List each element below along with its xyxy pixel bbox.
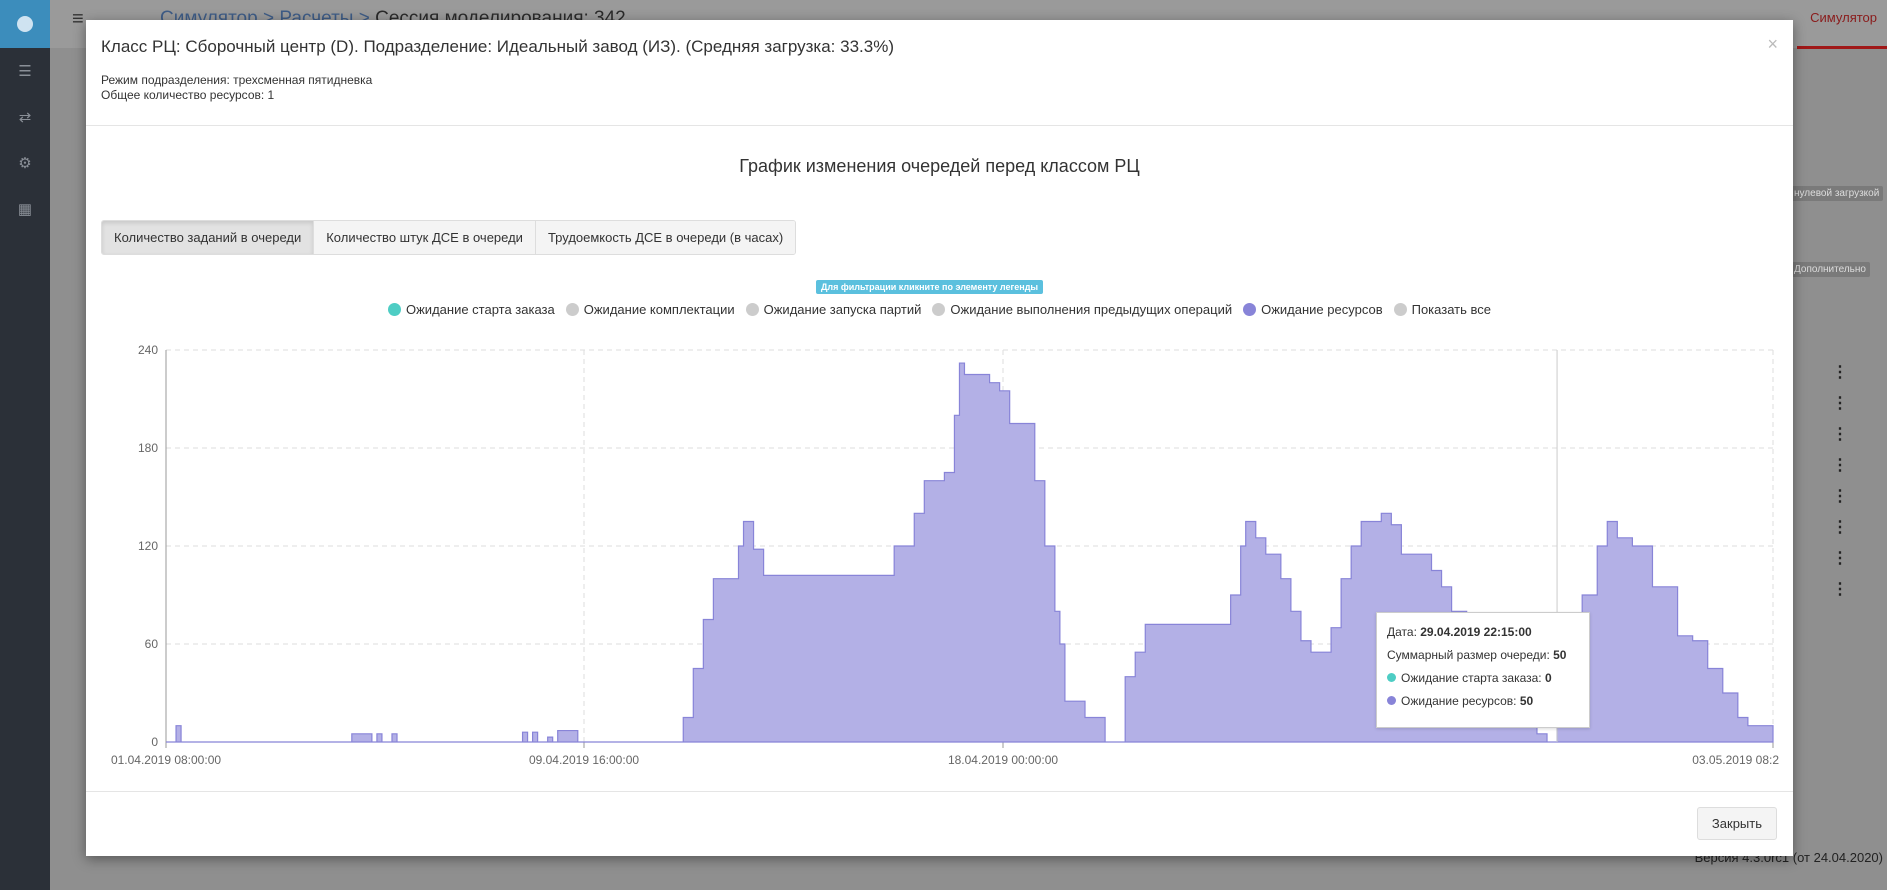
series-dot-icon <box>1387 696 1396 705</box>
legend-label: Ожидание запуска партий <box>763 302 922 317</box>
tooltip-date-value: 29.04.2019 22:15:00 <box>1420 625 1532 639</box>
calculator-icon[interactable]: ▦ <box>0 186 50 232</box>
row-menu-icon[interactable]: ⋮ <box>1832 393 1848 413</box>
y-tick-label: 0 <box>151 735 158 749</box>
modal-title: Класс РЦ: Сборочный центр (D). Подраздел… <box>101 37 894 56</box>
list-icon[interactable]: ☰ <box>0 48 50 94</box>
division-mode: Режим подразделения: трехсменная пятидне… <box>101 73 373 87</box>
y-tick-label: 180 <box>138 441 158 455</box>
legend-item[interactable]: Ожидание комплектации <box>565 302 735 317</box>
zero-load-filter[interactable]: нулевой загрузкой <box>1790 186 1884 201</box>
row-menu-icon[interactable]: ⋮ <box>1832 362 1848 382</box>
y-tick-label: 60 <box>145 637 159 651</box>
user-menu[interactable]: Симулятор <box>1810 10 1877 25</box>
user-menu-underline <box>1797 46 1887 49</box>
series-dot-icon <box>1387 673 1396 682</box>
tab-jobs-in-queue[interactable]: Количество заданий в очереди <box>102 221 315 254</box>
row-menu-icon[interactable]: ⋮ <box>1832 517 1848 537</box>
settings-group-icon[interactable]: ⚙ <box>0 140 50 186</box>
legend-dot-icon <box>1243 303 1257 316</box>
row-menu-icon[interactable]: ⋮ <box>1832 486 1848 506</box>
modal-body: 0 60 120 180 240 01.04.2019 08:00:00 09.04.201… <box>86 126 1793 791</box>
queue-chart-modal: Класс РЦ: Сборочный центр (D). Подраздел… <box>86 20 1793 856</box>
x-tick-label: 18.04.2019 00:00:00 <box>948 753 1058 767</box>
tooltip-date-label: Дата: <box>1387 625 1417 639</box>
x-tick-label: 09.04.2019 16:00:00 <box>529 753 639 767</box>
tooltip-total-label: Суммарный размер очереди: <box>1387 648 1550 662</box>
row-menu-icon[interactable]: ⋮ <box>1832 548 1848 568</box>
legend-item[interactable]: Ожидание выполнения предыдущих операций <box>932 302 1232 317</box>
legend-dot-icon <box>388 303 401 316</box>
legend-dot-icon <box>565 303 579 316</box>
x-tick-label: 01.04.2019 08:00:00 <box>111 753 221 767</box>
tooltip-s2-label: Ожидание ресурсов: <box>1401 694 1517 708</box>
legend-label: Ожидание старта заказа <box>406 302 555 317</box>
legend-label: Показать все <box>1411 302 1491 317</box>
legend-dot-icon <box>745 303 759 316</box>
legend-item[interactable]: Ожидание ресурсов <box>1243 302 1383 317</box>
legend-label: Ожидание ресурсов <box>1261 302 1383 317</box>
tab-parts-in-queue[interactable]: Количество штук ДСЕ в очереди <box>314 221 536 254</box>
tab-labor-in-queue[interactable]: Трудоемкость ДСЕ в очереди (в часах) <box>535 221 796 254</box>
legend-item[interactable]: Ожидание старта заказа <box>388 302 555 317</box>
app-sidebar: ☰ ⇄ ⚙ ▦ <box>0 0 50 890</box>
legend-dot-icon <box>1393 303 1407 316</box>
more-button[interactable]: Дополнительно <box>1790 262 1870 277</box>
x-tick-label: 03.05.2019 08:2 <box>1692 753 1779 767</box>
chart-tooltip: Дата: 29.04.2019 22:15:00 Суммарный разм… <box>1376 612 1590 728</box>
transfer-icon[interactable]: ⇄ <box>0 94 50 140</box>
close-icon[interactable]: × <box>1767 34 1778 55</box>
y-tick-label: 120 <box>138 539 158 553</box>
legend-item[interactable]: Показать все <box>1393 302 1491 317</box>
chart-title: График изменения очередей перед классом … <box>739 156 1140 176</box>
row-menu-icon[interactable]: ⋮ <box>1832 455 1848 475</box>
logo-icon <box>17 16 33 32</box>
modal-header: Класс РЦ: Сборочный центр (D). Подраздел… <box>86 20 1793 126</box>
row-menu-icon[interactable]: ⋮ <box>1832 424 1848 444</box>
legend-dot-icon <box>932 303 946 316</box>
close-button[interactable]: Закрыть <box>1696 807 1777 840</box>
modal-subinfo: Режим подразделения: трехсменная пятидне… <box>101 73 1778 103</box>
row-menu-icon[interactable]: ⋮ <box>1832 579 1848 599</box>
legend-filter-hint: Для фильтрации кликните по элементу леге… <box>816 280 1044 294</box>
legend-label: Ожидание выполнения предыдущих операций <box>950 302 1233 317</box>
app-logo[interactable] <box>0 0 50 48</box>
chart-legend: Ожидание старта заказа Ожидание комплекта… <box>86 302 1793 317</box>
tooltip-total-value: 50 <box>1553 648 1567 662</box>
resources-count: Общее количество ресурсов: 1 <box>101 88 275 102</box>
chart-tabs: Количество заданий в очереди Количество … <box>101 220 797 255</box>
legend-item[interactable]: Ожидание запуска партий <box>745 302 922 317</box>
menu-toggle-icon[interactable]: ≡ <box>72 8 84 31</box>
legend-label: Ожидание комплектации <box>583 302 735 317</box>
y-tick-label: 240 <box>138 343 158 357</box>
tooltip-s1-value: 0 <box>1544 671 1552 685</box>
tooltip-s2-value: 50 <box>1519 694 1534 708</box>
modal-footer: Закрыть <box>86 791 1793 856</box>
tooltip-s1-label: Ожидание старта заказа: <box>1401 671 1542 685</box>
